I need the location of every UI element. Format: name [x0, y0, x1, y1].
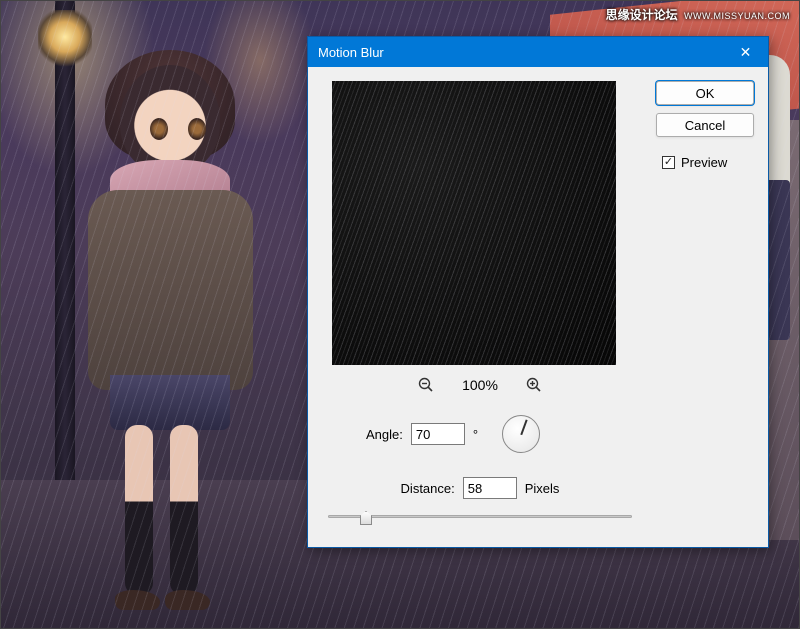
- distance-slider[interactable]: [322, 509, 638, 525]
- angle-input[interactable]: [411, 423, 465, 445]
- angle-dial[interactable]: [502, 415, 540, 453]
- preview-label: Preview: [681, 155, 727, 170]
- ok-button[interactable]: OK: [656, 81, 754, 105]
- distance-label: Distance:: [401, 481, 455, 496]
- effect-preview[interactable]: [332, 81, 616, 365]
- zoom-in-icon[interactable]: [526, 377, 542, 393]
- slider-thumb[interactable]: [360, 511, 372, 525]
- close-button[interactable]: ✕: [723, 37, 768, 67]
- distance-input[interactable]: [463, 477, 517, 499]
- preview-toggle[interactable]: ✓ Preview: [656, 155, 754, 170]
- close-icon: ✕: [740, 44, 752, 61]
- distance-unit: Pixels: [525, 481, 560, 496]
- dialog-title: Motion Blur: [318, 45, 723, 60]
- watermark-url: WWW.MISSYUAN.COM: [684, 11, 790, 21]
- check-icon: ✓: [664, 157, 673, 168]
- watermark: 思缘设计论坛 WWW.MISSYUAN.COM: [606, 6, 790, 23]
- angle-unit: °: [473, 427, 478, 442]
- watermark-text: 思缘设计论坛: [606, 8, 678, 22]
- dialog-titlebar[interactable]: Motion Blur ✕: [308, 37, 768, 67]
- zoom-out-icon[interactable]: [418, 377, 434, 393]
- zoom-level: 100%: [462, 377, 498, 393]
- angle-label: Angle:: [366, 427, 403, 442]
- preview-checkbox[interactable]: ✓: [662, 156, 675, 169]
- cancel-button[interactable]: Cancel: [656, 113, 754, 137]
- motion-blur-dialog: Motion Blur ✕ 100% Angle: °: [307, 36, 769, 548]
